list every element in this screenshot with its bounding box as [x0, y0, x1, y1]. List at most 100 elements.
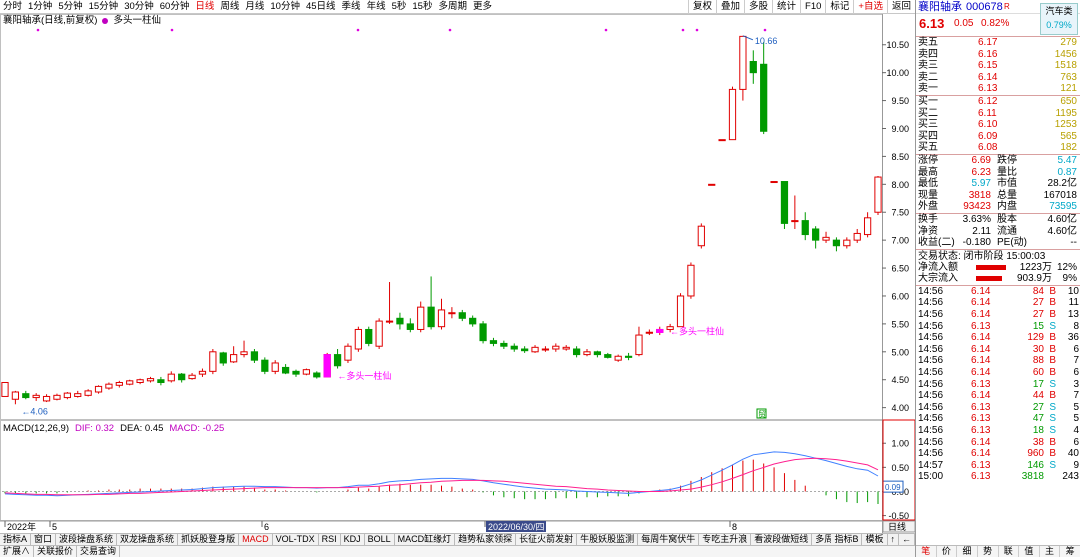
macd-current-value: 0.09 — [885, 483, 901, 492]
min-label: ←4.06 — [21, 406, 48, 416]
indicator-tab-right-1[interactable]: 模板 — [862, 534, 888, 545]
indicator-tab-9[interactable]: BOLL — [365, 534, 395, 545]
tick-time: 14:56 — [918, 390, 944, 402]
tick-price: 6.14 — [971, 297, 991, 309]
stock-name[interactable]: 襄阳轴承 — [918, 0, 962, 14]
period-axis-button[interactable]: 日线 — [882, 520, 915, 533]
candle — [791, 195, 799, 229]
indicator-tab-14[interactable]: 每周牛窝伏牛 — [638, 534, 700, 545]
book-row: 买四 6.09 565 — [916, 131, 1080, 143]
indicator-tab-16[interactable]: 看波段做短线 — [751, 534, 813, 545]
quote-tab-6[interactable]: 主 — [1040, 546, 1061, 557]
indicator-tab-8[interactable]: KDJ — [341, 534, 365, 545]
macd-dif: DIF: 0.32 — [75, 423, 115, 434]
quote-tab-0[interactable]: 笔 — [916, 546, 937, 557]
y-tick-label: 6.50 — [891, 264, 909, 274]
book-label: 买二 — [918, 107, 938, 119]
stat-key: 市值 — [997, 178, 1017, 190]
candle — [448, 307, 456, 319]
event-marker[interactable]: 贸 — [756, 408, 767, 419]
status-item-0[interactable]: 扩展∧ — [0, 546, 35, 557]
stat-key: 外盘 — [918, 201, 938, 213]
indicator-tab-right-0[interactable]: 指标B — [831, 534, 863, 545]
indicator-tab-12[interactable]: 长征火箭发射 — [516, 534, 578, 545]
candle — [344, 343, 352, 363]
status-bar: 扩展∧ 关联报价 交易查询 — [0, 545, 915, 557]
tick-count: 7 — [1073, 390, 1079, 402]
indicator-tab-4[interactable]: 抓妖股登身版 — [178, 534, 240, 545]
quote-tab-5[interactable]: 值 — [1019, 546, 1040, 557]
tick-price: 6.14 — [971, 332, 991, 344]
quote-tab-1[interactable]: 价 — [937, 546, 958, 557]
tick-time: 14:56 — [918, 332, 944, 344]
svg-text:贸: 贸 — [758, 409, 766, 419]
indicator-tab-10[interactable]: MACD缸缘灯 — [395, 534, 456, 545]
tick-time: 14:56 — [918, 378, 944, 390]
signal-dot — [356, 28, 360, 32]
candle — [874, 175, 882, 216]
candle — [552, 343, 560, 352]
tick-volume: 38 — [1032, 436, 1044, 448]
tick-side: S — [1049, 425, 1056, 436]
indicator-tab-5[interactable]: MACD — [239, 534, 273, 545]
stats-row: 涨停 6.69 跌停 5.47 — [916, 155, 1080, 167]
chart-canvas: 10.50 10.00 9.50 9.00 8.50 8.00 7.50 7.00 6.50 6.… — [0, 14, 915, 533]
candle — [1, 382, 9, 397]
stats-row: 最高 6.23 量比 0.87 — [916, 167, 1080, 179]
candle — [853, 228, 861, 243]
tick-time: 14:56 — [918, 401, 944, 413]
stat-value: 4.60亿 — [1047, 213, 1077, 225]
flow-label: 净流入额 — [918, 261, 958, 273]
indicator-tab-right-3[interactable]: ← — [899, 534, 915, 545]
tick-side: S — [1049, 320, 1056, 332]
price-change-pct: 0.82% — [981, 18, 1010, 29]
candle — [63, 391, 71, 400]
candle — [500, 340, 508, 350]
quote-tab-3[interactable]: 势 — [978, 546, 999, 557]
indicator-tab-0[interactable]: 指标A — [0, 534, 32, 545]
stats-block: 涨停 6.69 跌停 5.47 最高 6.23 量比 0.87 最低 5.97 市值 28.2亿 现量 3… — [916, 153, 1080, 213]
indicator-tab-3[interactable]: 双龙操盘系统 — [117, 534, 179, 545]
indicator-tab-15[interactable]: 专吃主升浪 — [699, 534, 752, 545]
tick-volume: 3818 — [1021, 471, 1044, 483]
tick-time: 14:56 — [918, 297, 944, 309]
indicator-tab-1[interactable]: 窗口 — [31, 534, 57, 545]
candle — [219, 351, 227, 366]
book-label: 买三 — [918, 119, 938, 131]
tick-count: 243 — [1062, 471, 1079, 483]
badge-r: R — [1004, 2, 1010, 11]
status-item-1[interactable]: 关联报价 — [34, 546, 78, 557]
candle — [84, 389, 92, 397]
candle — [302, 368, 311, 376]
indicator-tab-11[interactable]: 趋势私家领探 — [455, 534, 517, 545]
signal-candle — [323, 354, 331, 378]
indicator-tab-right-2[interactable]: ↑ — [888, 534, 899, 545]
book-label: 卖三 — [918, 60, 938, 72]
quote-tab-4[interactable]: 联 — [999, 546, 1020, 557]
tick-row: 14:56 6.13 47 S 5 — [916, 413, 1080, 425]
tick-row: 14:56 6.14 60 B 6 — [916, 367, 1080, 379]
stat-value: 3.63% — [962, 213, 991, 225]
candle — [417, 301, 425, 333]
indicator-tab-7[interactable]: RSI — [319, 534, 341, 545]
candle — [697, 223, 705, 249]
indicator-tab-6[interactable]: VOL-TDX — [273, 534, 319, 545]
price-change: 0.05 — [954, 18, 974, 29]
quote-tab-7[interactable]: 筹 — [1060, 546, 1080, 557]
candle — [801, 212, 809, 241]
tick-volume: 60 — [1032, 367, 1044, 379]
quote-tab-2[interactable]: 细 — [957, 546, 978, 557]
y-tick-label: 10.50 — [886, 40, 909, 50]
indicator-tab-2[interactable]: 波段操盘系统 — [56, 534, 118, 545]
candle — [261, 357, 269, 375]
stock-code: 000678 — [966, 1, 1003, 13]
indicator-tab-13[interactable]: 牛股妖股监测 — [577, 534, 639, 545]
x-tick-label: 2022年 — [7, 521, 36, 532]
book-price: 6.13 — [978, 83, 998, 95]
tick-price: 6.13 — [971, 378, 991, 390]
x-tick-label: 5 — [52, 522, 57, 532]
status-item-2[interactable]: 交易查询 — [77, 546, 121, 557]
quote-panel: 襄阳轴承 000678 R 汽车类 0.79% 6.13 0.05 0.82% … — [915, 0, 1080, 557]
candle — [136, 378, 144, 385]
stat-value: 93423 — [963, 201, 991, 213]
